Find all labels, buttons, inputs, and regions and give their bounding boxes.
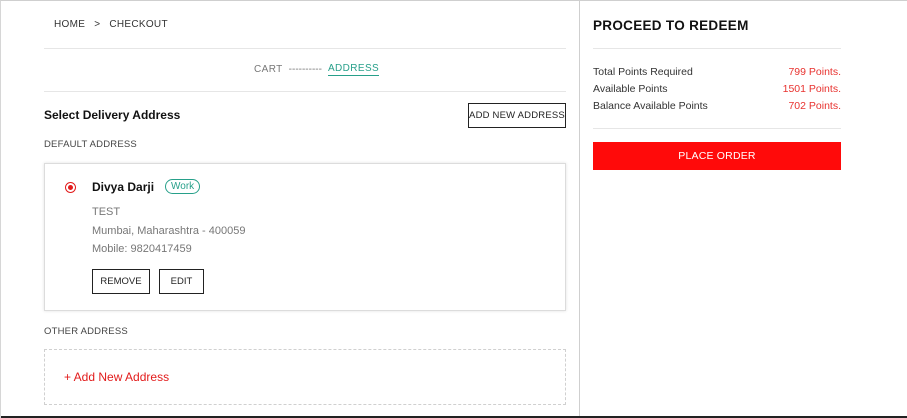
step-connector: ---------- — [288, 64, 322, 75]
edit-address-button[interactable]: EDIT — [159, 269, 204, 294]
section-title: Select Delivery Address — [44, 108, 181, 122]
step-cart[interactable]: CART — [254, 64, 283, 75]
summary-value: 702 Points. — [788, 100, 841, 112]
summary-row-total: Total Points Required 799 Points. — [593, 66, 841, 78]
other-address-label: OTHER ADDRESS — [44, 326, 128, 337]
add-address-box[interactable]: + Add New Address — [44, 349, 566, 405]
add-new-address-link[interactable]: + Add New Address — [64, 370, 169, 384]
divider — [44, 48, 566, 49]
divider — [44, 91, 566, 92]
panel-divider — [579, 1, 580, 418]
address-name: Divya Darji — [92, 180, 155, 194]
radio-dot — [68, 185, 73, 190]
breadcrumb-home[interactable]: HOME — [54, 19, 85, 30]
address-line2: Mumbai, Maharashtra - 400059 — [92, 225, 246, 237]
summary-title: PROCEED TO REDEEM — [593, 18, 749, 33]
checkout-page: HOME > CHECKOUT CART ---------- ADDRESS … — [0, 0, 907, 418]
address-mobile: Mobile: 9820417459 — [92, 243, 192, 255]
breadcrumb: HOME > CHECKOUT — [54, 19, 168, 30]
divider — [593, 48, 841, 49]
summary-label: Available Points — [593, 83, 668, 95]
breadcrumb-current: CHECKOUT — [109, 19, 168, 30]
divider — [593, 128, 841, 129]
summary-row-balance: Balance Available Points 702 Points. — [593, 100, 841, 112]
step-address[interactable]: ADDRESS — [327, 63, 380, 76]
remove-address-button[interactable]: REMOVE — [92, 269, 150, 294]
default-address-card[interactable]: Divya Darji Work TEST Mumbai, Maharashtr… — [44, 163, 566, 311]
chevron-right-icon: > — [94, 19, 101, 30]
default-address-label: DEFAULT ADDRESS — [44, 139, 137, 150]
summary-value: 1501 Points. — [782, 83, 841, 95]
checkout-steps: CART ---------- ADDRESS — [254, 63, 380, 76]
place-order-button[interactable]: PLACE ORDER — [593, 142, 841, 170]
summary-value: 799 Points. — [788, 66, 841, 78]
summary-label: Total Points Required — [593, 66, 693, 78]
address-type-badge: Work — [165, 179, 201, 194]
summary-label: Balance Available Points — [593, 100, 708, 112]
address-line1: TEST — [92, 206, 121, 218]
radio-selected-icon[interactable] — [65, 182, 76, 193]
summary-row-available: Available Points 1501 Points. — [593, 83, 841, 95]
add-new-address-button[interactable]: ADD NEW ADDRESS — [468, 103, 566, 128]
